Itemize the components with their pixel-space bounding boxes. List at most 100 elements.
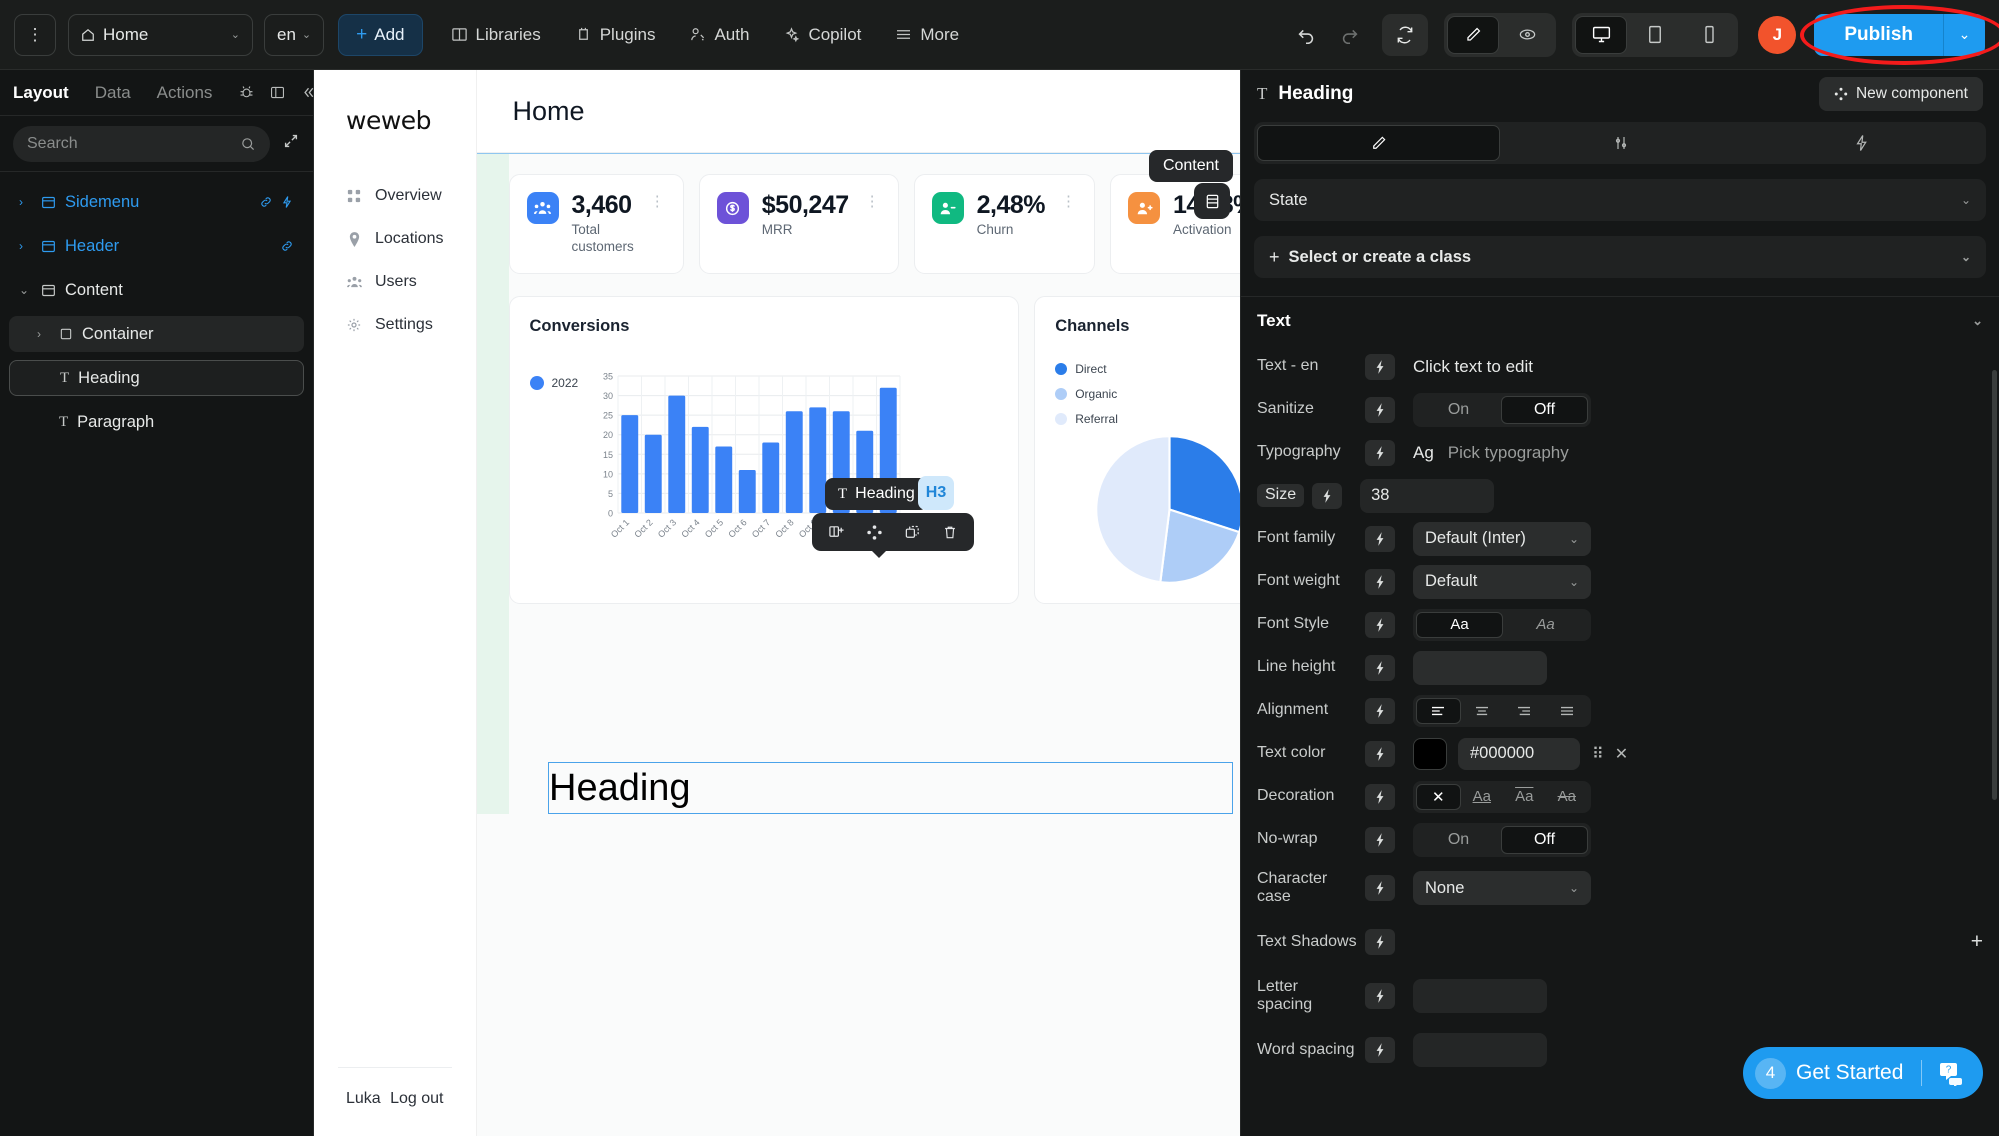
bind-bolt-icon[interactable] (1365, 983, 1395, 1009)
size-field[interactable]: px (1360, 479, 1494, 513)
state-selector[interactable]: State ⌄ (1254, 179, 1986, 221)
bind-bolt-icon[interactable] (1365, 698, 1395, 724)
font-style-italic[interactable]: Aa (1503, 612, 1588, 638)
kpi-menu-icon[interactable]: ⋮ (1061, 192, 1076, 210)
heading-level-badge[interactable]: H3 (918, 476, 954, 510)
tab-data[interactable]: Data (95, 83, 131, 103)
undo-button[interactable] (1286, 15, 1326, 55)
nowrap-on-option[interactable]: On (1416, 826, 1501, 854)
tab-interactions[interactable] (1742, 125, 1983, 161)
text-section-header[interactable]: Text ⌄ (1241, 297, 1999, 345)
search-input[interactable] (27, 135, 240, 153)
preview-nav-settings[interactable]: Settings (314, 306, 476, 344)
bind-bolt-icon[interactable] (1365, 569, 1395, 595)
page-selector[interactable]: Home ⌄ (68, 14, 253, 56)
bind-bolt-icon[interactable] (1365, 526, 1395, 552)
align-right-button[interactable] (1503, 698, 1546, 724)
right-panel-scrollbar[interactable] (1992, 370, 1997, 800)
drag-handle-icon[interactable]: ⠿ (1592, 744, 1604, 764)
preview-logout-link[interactable]: Log out (390, 1090, 443, 1108)
duplicate-icon[interactable] (895, 517, 929, 547)
bind-bolt-icon[interactable] (1365, 929, 1395, 955)
letter-spacing-input[interactable] (1413, 979, 1547, 1013)
add-to-library-icon[interactable] (819, 517, 853, 547)
tab-style[interactable] (1257, 125, 1500, 161)
align-left-button[interactable] (1416, 698, 1461, 724)
tree-item-paragraph[interactable]: T Paragraph (9, 404, 304, 440)
move-icon[interactable] (857, 517, 891, 547)
panel-toggle-icon[interactable] (269, 84, 286, 101)
bind-bolt-icon[interactable] (1365, 440, 1395, 466)
preview-nav-overview[interactable]: Overview (314, 177, 476, 215)
decoration-none-button[interactable]: ✕ (1416, 784, 1461, 810)
sanitize-on-option[interactable]: On (1416, 396, 1501, 424)
heading-element[interactable]: Heading (548, 762, 1233, 814)
language-selector[interactable]: en ⌄ (264, 14, 324, 56)
sanitize-off-option[interactable]: Off (1501, 396, 1588, 424)
redo-button[interactable] (1330, 15, 1370, 55)
close-icon[interactable]: ✕ (1615, 744, 1628, 764)
bind-bolt-icon[interactable] (1312, 483, 1342, 509)
align-justify-button[interactable] (1546, 698, 1589, 724)
tree-item-container[interactable]: › Container (9, 316, 304, 352)
character-case-select[interactable]: None ⌄ (1413, 871, 1591, 905)
bind-bolt-icon[interactable] (1365, 875, 1395, 901)
bind-bolt-icon[interactable] (1365, 354, 1395, 380)
bind-bolt-icon[interactable] (1365, 1037, 1395, 1063)
add-button[interactable]: + Add (338, 14, 422, 56)
word-spacing-input[interactable] (1413, 1033, 1547, 1067)
line-height-input[interactable] (1413, 651, 1547, 685)
text-color-hex[interactable]: #000000 (1458, 738, 1580, 770)
chevron-down-icon[interactable]: ⌄ (19, 283, 32, 297)
refresh-button[interactable] (1382, 14, 1428, 56)
nav-libraries[interactable]: Libraries (445, 14, 547, 56)
nav-plugins[interactable]: Plugins (569, 14, 662, 56)
bind-bolt-icon[interactable] (1365, 612, 1395, 638)
tab-actions[interactable]: Actions (157, 83, 213, 103)
bind-bolt-icon[interactable] (1365, 784, 1395, 810)
edit-mode-button[interactable] (1447, 16, 1499, 54)
get-started-widget[interactable]: 4 Get Started ? (1743, 1047, 1983, 1099)
bind-bolt-icon[interactable] (1365, 741, 1395, 767)
tree-item-content[interactable]: ⌄ Content (9, 272, 304, 308)
font-weight-select[interactable]: Default ⌄ (1413, 565, 1591, 599)
tree-item-sidemenu[interactable]: › Sidemenu (9, 184, 304, 220)
prop-value[interactable]: Click text to edit (1413, 357, 1983, 377)
nav-auth[interactable]: Auth (683, 14, 755, 56)
help-icon[interactable]: ? (1938, 1060, 1970, 1086)
kpi-menu-icon[interactable]: ⋮ (650, 192, 665, 210)
chevron-right-icon[interactable]: › (37, 327, 50, 341)
publish-dropdown-button[interactable]: ⌄ (1943, 14, 1985, 56)
delete-icon[interactable] (933, 517, 967, 547)
preview-content-body[interactable]: 3,460 Total customers ⋮ $50,247 MRR (477, 153, 1241, 1136)
tab-settings[interactable] (1500, 125, 1741, 161)
class-selector[interactable]: + Select or create a class ⌄ (1254, 236, 1986, 278)
kpi-card[interactable]: 2,48% Churn ⋮ (914, 174, 1095, 274)
bind-bolt-icon[interactable] (1365, 827, 1395, 853)
preview-nav-locations[interactable]: Locations (314, 220, 476, 258)
bind-bolt-icon[interactable] (1365, 655, 1395, 681)
line-height-field[interactable]: a (1413, 651, 1547, 685)
font-style-normal[interactable]: Aa (1416, 612, 1503, 638)
mobile-view-button[interactable] (1683, 16, 1735, 54)
kpi-card[interactable]: 3,460 Total customers ⋮ (509, 174, 684, 274)
word-spacing-field[interactable]: px (1413, 1033, 1547, 1067)
tree-item-heading[interactable]: T Heading (9, 360, 304, 396)
decoration-strikethrough-button[interactable]: Aa (1546, 784, 1589, 810)
decoration-overline-button[interactable]: Aa (1503, 784, 1546, 810)
preview-nav-users[interactable]: Users (314, 263, 476, 301)
kpi-card[interactable]: $50,247 MRR ⋮ (699, 174, 899, 274)
conversions-chart-card[interactable]: Conversions 2022 05101520253035Oct 1Oct … (509, 296, 1020, 604)
new-component-button[interactable]: New component (1819, 77, 1983, 111)
decoration-underline-button[interactable]: Aa (1461, 784, 1504, 810)
bind-bolt-icon[interactable] (1365, 397, 1395, 423)
font-family-select[interactable]: Default (Inter) ⌄ (1413, 522, 1591, 556)
nowrap-off-option[interactable]: Off (1501, 826, 1588, 854)
avatar[interactable]: J (1758, 16, 1796, 54)
kpi-menu-icon[interactable]: ⋮ (865, 192, 880, 210)
main-menu-button[interactable]: ⋮ (14, 14, 56, 56)
preview-mode-button[interactable] (1501, 16, 1553, 54)
content-layout-button[interactable] (1194, 183, 1230, 219)
tab-layout[interactable]: Layout (13, 83, 69, 103)
text-color-swatch[interactable] (1413, 738, 1447, 770)
